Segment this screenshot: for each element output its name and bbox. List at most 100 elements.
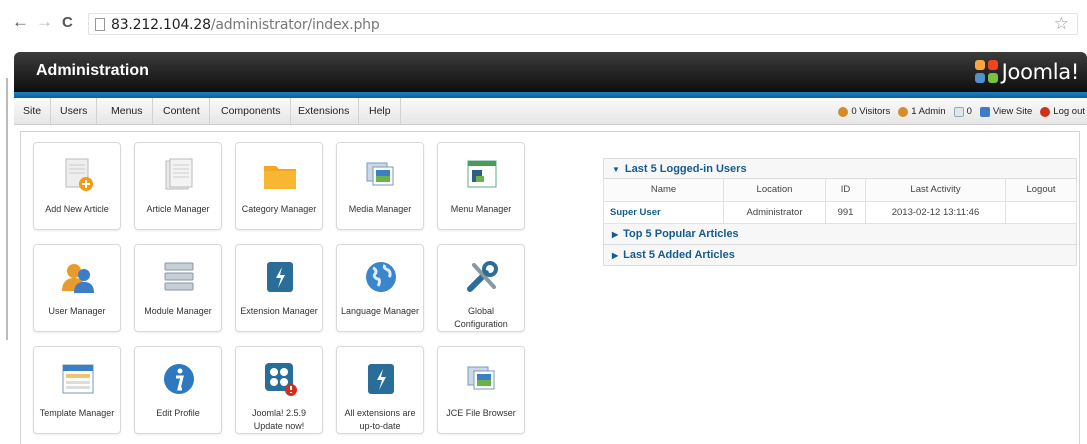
joomla-logo: Joomla! <box>974 59 1080 85</box>
quickicon-menu-manager[interactable]: Menu Manager <box>437 142 525 230</box>
admin-header: Administration Joomla! <box>14 52 1087 92</box>
collapse-icon: ▼ <box>612 165 620 174</box>
address-bar[interactable]: 83.212.104.28/administrator/index.php ☆ <box>88 13 1078 35</box>
quickicon-module-manager[interactable]: Module Manager <box>134 244 222 332</box>
quickicon-label: Template Manager <box>39 408 115 418</box>
media-icon <box>467 366 495 390</box>
menu-content[interactable]: Content <box>154 98 210 125</box>
quickicon-category-manager[interactable]: Category Manager <box>235 142 323 230</box>
col-logout: Logout <box>1005 179 1077 202</box>
quickicon-label: Joomla! 2.5.9 Update now! <box>251 408 307 431</box>
table-header-row: Name Location ID Last Activity Logout <box>603 179 1077 202</box>
quickicon-label: Extension Manager <box>240 306 318 316</box>
quickicon-label: Category Manager <box>241 204 317 214</box>
menu-extensions[interactable]: Extensions <box>289 98 360 125</box>
quickicon-extension-manager[interactable]: Extension Manager <box>235 244 323 332</box>
quickicon-global-configuration[interactable]: Global Configuration <box>437 244 525 332</box>
extension-icon <box>267 262 293 292</box>
main-menu: Site Users Menus Content Components Exte… <box>14 98 1087 125</box>
menu-site[interactable]: Site <box>14 98 52 125</box>
logout-label: Log out <box>1053 106 1085 117</box>
logout-icon <box>1040 106 1051 117</box>
reload-icon[interactable]: C <box>62 13 73 33</box>
panel-header-added-articles[interactable]: ▶ Last 5 Added Articles <box>603 244 1077 266</box>
quickicon-label: User Manager <box>48 306 106 316</box>
user-location: Administrator <box>723 200 826 224</box>
forward-icon[interactable]: → <box>36 12 53 32</box>
quickicon-label: Media Manager <box>348 204 412 214</box>
quickicon-edit-profile[interactable]: Edit Profile <box>134 346 222 434</box>
panel-header-logged-in-users[interactable]: ▼ Last 5 Logged-in Users <box>603 158 1077 179</box>
logout-link[interactable]: Log out <box>1040 106 1085 117</box>
quickicon-article-manager[interactable]: Article Manager <box>134 142 222 230</box>
joomla-logo-text: Joomla! <box>1001 60 1080 84</box>
window-edge <box>6 78 8 340</box>
user-name-link[interactable]: Super User <box>603 200 724 224</box>
menu-menus[interactable]: Menus <box>102 98 153 125</box>
visitors-count: 0 Visitors <box>851 106 891 117</box>
panel-title: Last 5 Logged-in Users <box>624 163 747 175</box>
user-logout <box>1005 200 1077 224</box>
quickicon-user-manager[interactable]: User Manager <box>33 244 121 332</box>
col-last-activity: Last Activity <box>865 179 1006 202</box>
module-panels: ▼ Last 5 Logged-in Users Name Location ID… <box>603 158 1077 266</box>
admins-count: 1 Admin <box>911 106 946 117</box>
panel-header-popular-articles[interactable]: ▶ Top 5 Popular Articles <box>603 223 1077 245</box>
media-icon <box>366 162 394 186</box>
page-icon <box>95 18 105 31</box>
menu-help[interactable]: Help <box>360 98 401 125</box>
panel-title: Last 5 Added Articles <box>623 248 735 261</box>
user-icon <box>62 264 94 293</box>
panel-title: Top 5 Popular Articles <box>623 227 739 240</box>
quickicon-label: Add New Article <box>45 204 109 214</box>
view-site-link[interactable]: View Site <box>979 106 1033 117</box>
config-icon <box>467 261 498 292</box>
browser-toolbar: ← → C 83.212.104.28/administrator/index.… <box>0 0 1087 44</box>
quickicon-jce-file-browser[interactable]: JCE File Browser <box>437 346 525 434</box>
expand-icon: ▶ <box>612 250 619 260</box>
user-last-activity: 2013-02-12 13:11:46 <box>865 200 1006 224</box>
quickicon-media-manager[interactable]: Media Manager <box>336 142 424 230</box>
messages-status[interactable]: 0 <box>953 106 972 117</box>
add-article-icon <box>65 158 93 191</box>
menu-users[interactable]: Users <box>51 98 98 125</box>
messages-count: 0 <box>966 106 972 117</box>
quickicon-label: All extensions are up-to-date <box>344 408 416 431</box>
admins-status: 1 Admin <box>898 106 946 117</box>
module-icon <box>164 262 194 291</box>
quickicon-label: Article Manager <box>146 204 210 214</box>
quickicon-label: Global Configuration <box>454 306 508 329</box>
template-icon <box>62 364 94 394</box>
back-icon[interactable]: ← <box>12 12 29 32</box>
quickicon-label: Module Manager <box>144 306 212 316</box>
status-area: 0 Visitors 1 Admin 0 View Site Log out <box>838 98 1085 125</box>
quickicon-joomla-update[interactable]: Joomla! 2.5.9 Update now! <box>235 346 323 434</box>
menu-icon <box>467 160 497 188</box>
article-icon <box>165 158 193 190</box>
mail-icon <box>953 106 964 117</box>
admin-icon <box>898 106 909 117</box>
col-name: Name <box>603 179 724 202</box>
quickicon-label: Edit Profile <box>156 408 200 418</box>
quickicon-template-manager[interactable]: Template Manager <box>33 346 121 434</box>
view-site-label: View Site <box>992 106 1033 117</box>
quickicon-label: Menu Manager <box>450 204 512 214</box>
quickicon-language-manager[interactable]: Language Manager <box>336 244 424 332</box>
visitors-icon <box>838 106 849 117</box>
joomla-update-icon <box>265 363 297 396</box>
menu-components[interactable]: Components <box>212 98 291 125</box>
view-site-icon <box>979 106 990 117</box>
expand-icon: ▶ <box>612 229 619 239</box>
col-id: ID <box>825 179 866 202</box>
visitors-status: 0 Visitors <box>838 106 890 117</box>
url-path: /administrator/index.php <box>210 17 380 33</box>
globe-icon <box>366 262 396 292</box>
bookmark-star-icon[interactable]: ☆ <box>1054 14 1069 34</box>
quickicon-add-new-article[interactable]: Add New Article <box>33 142 121 230</box>
quickicon-label: Language Manager <box>340 306 420 316</box>
user-id: 991 <box>825 200 866 224</box>
quickicon-extensions-up-to-date[interactable]: All extensions are up-to-date <box>336 346 424 434</box>
extension-icon <box>368 364 394 394</box>
table-row: Super User Administrator 991 2013-02-12 … <box>603 200 1077 224</box>
folder-icon <box>264 166 296 189</box>
